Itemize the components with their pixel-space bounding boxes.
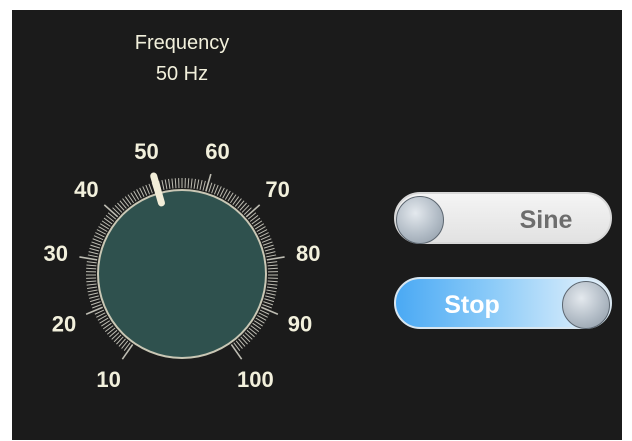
dial-minor-tick — [86, 267, 97, 270]
dial-major-tick — [79, 256, 98, 261]
dial-minor-tick — [265, 295, 275, 299]
dial-tick-label: 20 — [52, 312, 76, 337]
dial-minor-tick — [265, 251, 276, 255]
dial-minor-tick — [199, 180, 203, 191]
dial-tick-label: 60 — [205, 139, 229, 164]
dial-tick-label: 70 — [265, 177, 289, 202]
dial-major-tick — [266, 256, 285, 261]
run-stop-toggle[interactable]: Stop — [394, 277, 612, 329]
dial-minor-tick — [266, 289, 277, 293]
dial-minor-tick — [90, 244, 101, 249]
dial-minor-tick — [267, 283, 278, 286]
dial-minor-tick — [93, 235, 104, 241]
dial-minor-tick — [260, 235, 271, 241]
dial-minor-tick — [86, 264, 97, 267]
dial-minor-tick — [196, 179, 200, 190]
dial-minor-tick — [86, 283, 97, 286]
dial-tick-label: 100 — [237, 367, 274, 392]
waveform-toggle-knob[interactable] — [396, 196, 444, 244]
dial-minor-tick — [142, 186, 148, 196]
dial-minor-tick — [89, 298, 100, 303]
dial-tick-label: 30 — [43, 241, 67, 266]
waveform-toggle[interactable]: Sine — [394, 192, 612, 244]
dial-minor-tick — [265, 292, 276, 296]
dial-knob[interactable] — [99, 191, 265, 357]
dial-minor-tick — [208, 182, 213, 193]
run-stop-toggle-knob[interactable] — [562, 281, 610, 329]
dial-minor-tick — [261, 238, 272, 243]
dial-minor-tick — [86, 261, 97, 264]
dial-tick-label: 50 — [134, 139, 158, 164]
dial-minor-tick — [267, 280, 278, 283]
dial-minor-tick — [216, 186, 222, 196]
dial-minor-tick — [266, 254, 277, 258]
dial-minor-tick — [267, 267, 278, 270]
dial-minor-tick — [187, 178, 190, 189]
dial-minor-tick — [145, 184, 151, 195]
dial-minor-tick — [202, 180, 206, 191]
dial-minor-tick — [87, 289, 98, 293]
frequency-title: Frequency — [135, 32, 230, 54]
dial-minor-tick — [87, 286, 98, 289]
dial-tick-label: 40 — [74, 177, 98, 202]
dial-minor-tick — [164, 179, 168, 190]
dial-minor-tick — [266, 286, 277, 289]
dial-minor-tick — [262, 241, 273, 246]
dial-minor-tick — [211, 183, 216, 194]
dial-minor-tick — [267, 264, 278, 267]
dial-minor-tick — [213, 184, 219, 195]
dial-minor-tick — [263, 301, 274, 306]
waveform-toggle-label: Sine — [519, 206, 573, 234]
dial-minor-tick — [263, 244, 274, 249]
dial-tick-label: 80 — [296, 241, 320, 266]
dial-major-tick — [260, 306, 279, 315]
dial-minor-tick — [88, 292, 99, 296]
dial-minor-tick — [148, 183, 153, 194]
dial-minor-tick — [174, 178, 177, 189]
run-stop-toggle-label: Stop — [444, 291, 500, 319]
dial-tick-label: 90 — [288, 312, 312, 337]
dial-minor-tick — [193, 178, 196, 189]
dial-minor-tick — [92, 238, 103, 243]
dial-minor-tick — [87, 254, 98, 258]
dial-minor-tick — [190, 178, 193, 189]
dial-minor-tick — [171, 178, 174, 189]
dial-minor-tick — [86, 280, 97, 283]
dial-minor-tick — [88, 251, 99, 255]
dial-minor-tick — [91, 241, 102, 246]
dial-minor-tick — [89, 295, 99, 299]
dial-minor-tick — [161, 180, 165, 191]
dial-minor-tick — [264, 298, 275, 303]
dial-major-tick — [85, 306, 104, 315]
dial-minor-tick — [264, 247, 275, 252]
dial-minor-tick — [90, 301, 101, 306]
frequency-control-panel: Frequency 50 Hz 10 20 30 40 50 60 70 80 90 100 Si… — [12, 10, 622, 440]
dial-minor-tick — [89, 247, 100, 252]
dial-tick-label: 10 — [96, 367, 120, 392]
frequency-value: 50 Hz — [156, 63, 208, 85]
dial-minor-tick — [168, 178, 171, 189]
dial-minor-tick — [267, 261, 278, 264]
